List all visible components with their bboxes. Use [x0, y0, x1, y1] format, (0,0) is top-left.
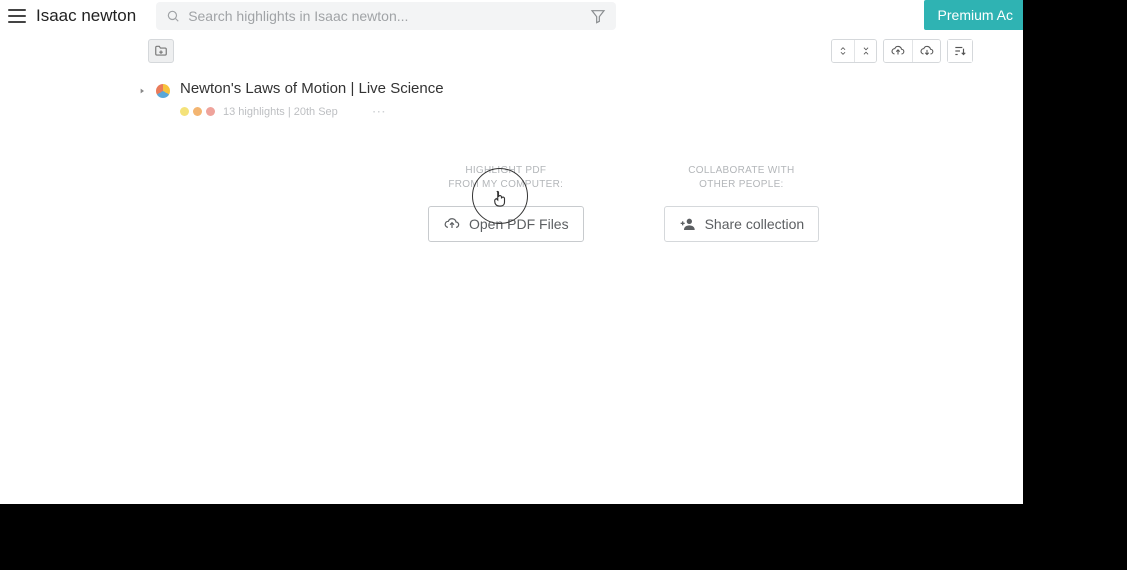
collapse-button[interactable]: [854, 40, 876, 62]
more-icon[interactable]: ⋯: [372, 103, 386, 120]
sort-button[interactable]: [948, 40, 972, 62]
new-collection-button[interactable]: [148, 39, 174, 63]
pdf-action-label: HIGHLIGHT PDF FROM MY COMPUTER:: [448, 164, 563, 192]
collapse-icon: [861, 45, 871, 57]
upload-icon: [443, 216, 461, 232]
highlight-dot-yellow: [180, 107, 189, 116]
expand-icon: [838, 45, 848, 57]
expand-button[interactable]: [832, 40, 854, 62]
premium-button[interactable]: Premium Ac: [924, 0, 1023, 30]
list-item[interactable]: Newton's Laws of Motion | Live Science 1…: [138, 76, 981, 136]
cloud-download-icon: [918, 44, 936, 58]
filter-icon[interactable]: [590, 8, 606, 24]
collab-action-label: COLLABORATE WITH OTHER PEOPLE:: [688, 164, 794, 192]
search-icon: [166, 9, 180, 23]
open-pdf-button[interactable]: Open PDF Files: [428, 206, 584, 242]
item-title: Newton's Laws of Motion | Live Science: [180, 80, 444, 97]
cloud-upload-button[interactable]: [884, 40, 912, 62]
highlight-dot-orange: [193, 107, 202, 116]
item-meta: 13 highlights | 20th Sep: [223, 106, 338, 118]
menu-icon[interactable]: [8, 7, 26, 25]
share-collection-button[interactable]: Share collection: [664, 206, 820, 242]
site-favicon: [154, 82, 172, 100]
folder-plus-icon: [153, 44, 169, 58]
cloud-download-button[interactable]: [912, 40, 940, 62]
cloud-upload-icon: [889, 44, 907, 58]
caret-right-icon[interactable]: [138, 86, 146, 96]
person-add-icon: [679, 216, 697, 232]
page-title: Isaac newton: [36, 6, 136, 26]
sort-icon: [952, 44, 968, 58]
highlight-dot-pink: [206, 107, 215, 116]
search-input[interactable]: [156, 2, 616, 30]
